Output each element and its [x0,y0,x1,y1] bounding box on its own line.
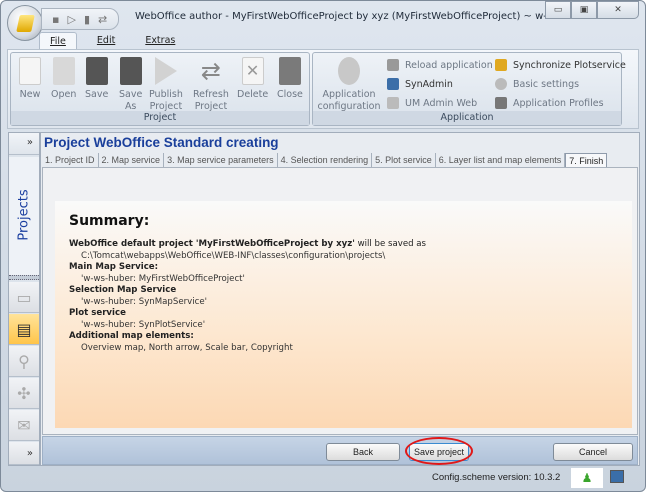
plot-service-label: Plot service [69,308,126,318]
open-button[interactable]: Open [51,57,76,101]
tab-finish[interactable]: 7. Finish [565,153,608,168]
page-title: Project WebOffice Standard creating [44,135,279,150]
save-icon[interactable]: ▪ [52,13,59,26]
selection-map-service-label: Selection Map Service [69,285,177,295]
synchronize-plotservice-button[interactable]: Synchronize Plotservice [495,59,626,71]
delete-button[interactable]: ✕ Delete [237,57,268,101]
web-icon [387,97,399,109]
new-icon [19,57,41,85]
play-icon [154,57,177,85]
sync-icon [495,59,507,71]
additional-elements-value: Overview map, North arrow, Scale bar, Co… [81,342,293,353]
sidebar: » Projects ▭ ▤ ⚲ ✣ ✉ » [8,132,40,466]
application-group: Application configuration Reload applica… [312,52,626,126]
wizard: Project WebOffice Standard creating 1. P… [40,132,640,466]
reload-icon [387,59,399,71]
close-icon[interactable]: ▮ [84,13,90,26]
new-document-icon[interactable]: ▭ [9,282,39,313]
sidebar-splitter[interactable] [9,275,39,280]
expand-sidebar-button[interactable]: » [9,133,39,155]
profiles-icon [495,97,507,109]
close-project-button[interactable]: Close [277,57,303,101]
status-bar: Config.scheme version: 10.3.2 ♟ [8,467,640,489]
save-button[interactable]: Save [85,57,108,101]
folders-icon[interactable]: ▤ [9,314,39,345]
window-title: WebOffice author - MyFirstWebOfficeProje… [135,11,610,22]
open-icon [52,57,75,85]
tab-edit[interactable]: Edit [87,32,125,50]
gear-icon [495,78,507,90]
cancel-button[interactable]: Cancel [553,443,633,461]
highlight-ellipse [405,437,473,465]
tab-map-service[interactable]: 2. Map service [99,153,165,168]
minimize-button[interactable]: ▭ [545,1,571,19]
maximize-button[interactable]: ▣ [571,1,597,19]
tab-map-service-parameters[interactable]: 3. Map service parameters [164,153,278,168]
close-button[interactable]: ✕ [597,1,639,19]
save-as-button[interactable]: Save As [119,57,142,113]
refresh-icon[interactable]: ⇄ [98,13,107,26]
user-icon[interactable]: ♟ [571,468,603,488]
quick-access-toolbar: ▪ ▷ ▮ ⇄ [41,8,119,30]
um-admin-web-button[interactable]: UM Admin Web [387,97,477,109]
tab-layer-list[interactable]: 6. Layer list and map elements [436,153,566,168]
tab-plot-service[interactable]: 5. Plot service [372,153,436,168]
app-window: ▪ ▷ ▮ ⇄ WebOffice author - MyFirstWebOffice… [0,0,646,492]
app-menu-button[interactable] [7,5,43,41]
folder-icon [16,15,35,32]
save-icon [85,57,108,85]
save-path: C:\Tomcat\webapps\WebOffice\WEB-INF\clas… [81,250,386,261]
network-icon[interactable]: ✣ [9,378,39,409]
back-button[interactable]: Back [326,443,400,461]
refresh-icon: ⇄ [200,57,221,85]
project-group: New Open Save Save As Publish Project ⇄ R… [10,52,310,126]
tab-extras[interactable]: Extras [135,32,185,50]
ribbon: New Open Save Save As Publish Project ⇄ R… [7,49,639,129]
summary-panel: Summary: WebOffice default project 'MyFi… [55,201,632,428]
refresh-project-button[interactable]: ⇄ Refresh Project [193,57,229,113]
plot-service-value: 'w-ws-huber: SynPlotService' [81,319,206,330]
project-group-label: Project [11,111,309,125]
tab-file[interactable]: File [39,32,77,50]
main-map-service-value: 'w-ws-huber: MyFirstWebOfficeProject' [81,273,245,284]
more-button[interactable]: » [9,442,39,465]
summary-heading: Summary: [69,213,150,229]
basic-settings-button[interactable]: Basic settings [495,78,579,90]
additional-elements-label: Additional map elements: [69,331,194,341]
mail-icon[interactable]: ✉ [9,410,39,441]
application-group-label: Application [313,111,621,125]
search-icon[interactable]: ⚲ [9,346,39,377]
close-icon [278,57,301,85]
tab-project-id[interactable]: 1. Project ID [42,153,99,168]
publish-project-button[interactable]: Publish Project [149,57,183,113]
selection-map-service-value: 'w-ws-huber: SynMapService' [81,296,207,307]
application-configuration-button[interactable]: Application configuration [317,57,381,113]
synadmin-icon [387,78,399,90]
wrench-icon [338,57,360,85]
synadmin-button[interactable]: SynAdmin [387,78,453,90]
config-version: Config.scheme version: 10.3.2 [432,472,561,483]
button-bar: Back Save project Cancel [42,436,638,465]
reload-application-button[interactable]: Reload application [387,59,493,71]
new-button[interactable]: New [19,57,41,101]
main-map-service-label: Main Map Service: [69,262,159,272]
monitor-icon[interactable] [610,470,624,483]
tab-selection-rendering[interactable]: 4. Selection rendering [278,153,373,168]
publish-icon[interactable]: ▷ [67,13,75,26]
sidebar-item-projects[interactable]: Projects [9,157,39,275]
delete-icon: ✕ [241,57,264,85]
intro-text: WebOffice default project 'MyFirstWebOff… [69,239,355,249]
application-profiles-button[interactable]: Application Profiles [495,97,604,109]
save-as-icon [119,57,142,85]
wizard-steps: 1. Project ID 2. Map service 3. Map serv… [42,153,608,168]
